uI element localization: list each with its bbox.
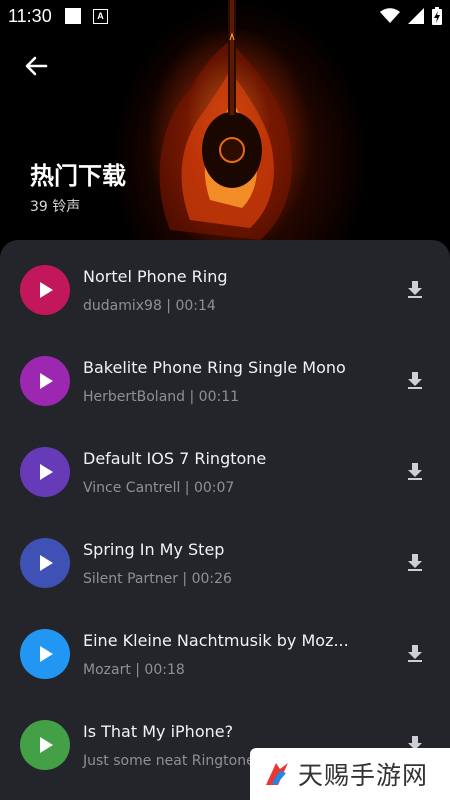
download-button[interactable]	[404, 551, 426, 573]
ringtone-meta: Mozart | 00:18	[83, 662, 185, 678]
download-icon	[408, 463, 422, 480]
ringtone-row[interactable]: Spring In My Step Silent Partner | 00:26	[0, 520, 450, 611]
battery-icon	[432, 7, 442, 25]
play-icon	[40, 464, 53, 480]
ringtone-row[interactable]: Eine Kleine Nachtmusik by Moz... Mozart |…	[0, 611, 450, 702]
ringtone-count: 39 铃声	[30, 199, 81, 215]
play-icon	[40, 555, 53, 571]
ringtone-meta: Just some neat Ringtone	[83, 753, 255, 769]
download-icon	[408, 281, 422, 298]
ringtone-meta: Vince Cantrell | 00:07	[83, 480, 235, 496]
play-button[interactable]	[20, 447, 70, 497]
ringtone-row[interactable]: Default IOS 7 Ringtone Vince Cantrell | 0…	[0, 429, 450, 520]
download-button[interactable]	[404, 278, 426, 300]
play-button[interactable]	[20, 538, 70, 588]
ringtone-meta: HerbertBoland | 00:11	[83, 389, 240, 405]
download-button[interactable]	[404, 369, 426, 391]
download-icon	[408, 645, 422, 662]
ringtone-name: Bakelite Phone Ring Single Mono	[83, 358, 346, 377]
download-button[interactable]	[404, 642, 426, 664]
ringtone-name: Nortel Phone Ring	[83, 267, 228, 286]
watermark: 天赐手游网	[250, 748, 450, 800]
page-title: 热门下载	[30, 162, 126, 190]
arrow-left-icon	[25, 56, 48, 76]
ringtone-name: Eine Kleine Nachtmusik by Moz...	[83, 631, 349, 650]
play-button[interactable]	[20, 265, 70, 315]
ringtone-row[interactable]: Bakelite Phone Ring Single Mono HerbertBo…	[0, 338, 450, 429]
watermark-logo-icon	[266, 763, 288, 785]
back-button[interactable]	[20, 50, 52, 82]
flaming-guitar-image	[159, 0, 292, 240]
wifi-icon	[380, 8, 400, 23]
play-icon	[40, 373, 53, 389]
status-time: 11:30	[8, 6, 52, 26]
ringtone-name: Default IOS 7 Ringtone	[83, 449, 267, 468]
play-icon	[40, 646, 53, 662]
a-badge-icon: A	[93, 9, 108, 24]
ringtone-name: Spring In My Step	[83, 540, 225, 559]
ringtone-list: Nortel Phone Ring dudamix98 | 00:14 Bakeli…	[0, 240, 450, 800]
ringtone-row[interactable]: Nortel Phone Ring dudamix98 | 00:14	[0, 247, 450, 338]
play-icon	[40, 282, 53, 298]
download-button[interactable]	[404, 460, 426, 482]
play-button[interactable]	[20, 356, 70, 406]
watermark-text: 天赐手游网	[298, 761, 429, 790]
play-button[interactable]	[20, 629, 70, 679]
play-button[interactable]	[20, 720, 70, 770]
download-icon	[408, 372, 422, 389]
header-banner: 11:30 A 热门下载 39 铃声	[0, 0, 450, 260]
status-bar: 11:30 A	[0, 0, 450, 32]
ringtone-meta: Silent Partner | 00:26	[83, 571, 232, 587]
download-icon	[408, 554, 422, 571]
signal-icon	[408, 8, 424, 24]
ringtone-name: Is That My iPhone?	[83, 722, 234, 741]
notification-square-icon	[65, 8, 81, 24]
play-icon	[40, 737, 53, 753]
ringtone-meta: dudamix98 | 00:14	[83, 298, 216, 314]
